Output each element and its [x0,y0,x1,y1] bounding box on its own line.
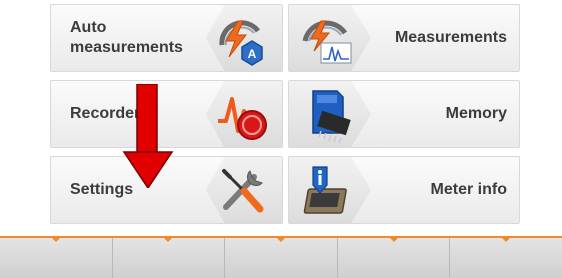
meter-info-icon [303,166,347,214]
memory-button[interactable]: Memory [288,80,520,148]
settings-icon [222,169,264,213]
recorder-icon [218,97,267,140]
function-key-1[interactable] [0,238,113,278]
auto-measurements-label: Auto measurements [70,19,183,56]
main-menu-grid: Auto measurements A Measurements Recorde… [0,0,562,230]
memory-icon [312,90,351,143]
auto-measurement-icon: A [219,20,263,66]
auto-measurements-button[interactable]: Auto measurements A [50,4,283,72]
function-key-3[interactable] [225,238,338,278]
measurements-icon [302,20,352,64]
measurements-label: Measurements [394,29,507,46]
function-key-5[interactable] [450,238,562,278]
red-arrow-annotation [122,84,174,188]
function-key-bar [0,236,562,278]
measurements-button[interactable]: Measurements [288,4,520,72]
svg-text:A: A [248,47,257,61]
function-key-4[interactable] [338,238,451,278]
memory-label: Memory [445,105,507,122]
function-key-2[interactable] [113,238,226,278]
meter-info-label: Meter info [430,181,507,198]
meter-info-button[interactable]: Meter info [288,156,520,224]
